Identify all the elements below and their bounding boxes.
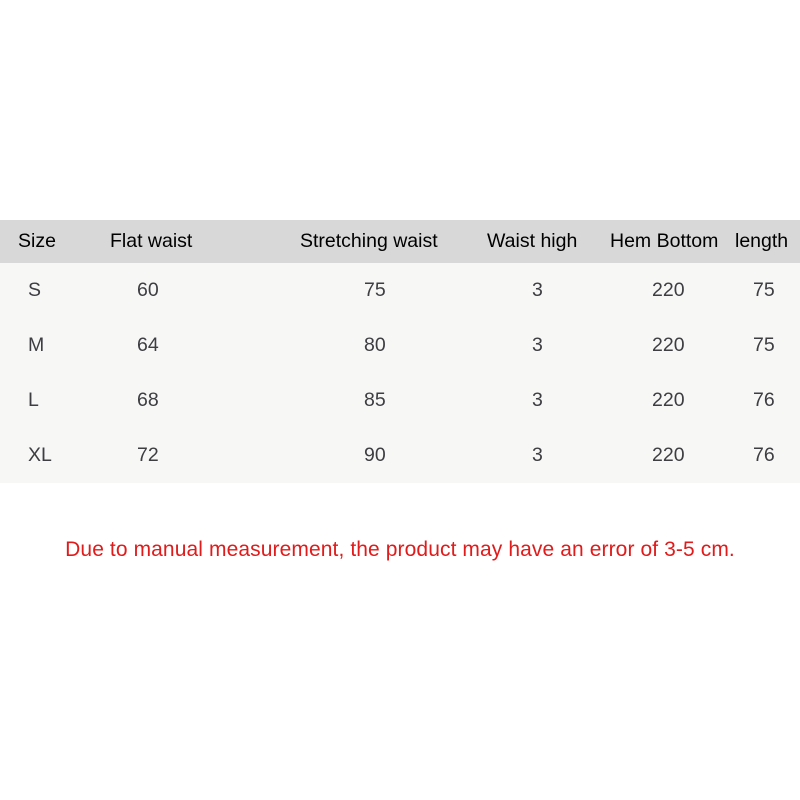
cell-stretching-waist: 85 bbox=[364, 389, 386, 411]
cell-hem-bottom: 220 bbox=[652, 279, 685, 301]
table-row: L 68 85 3 220 76 bbox=[0, 373, 800, 428]
cell-size: XL bbox=[28, 444, 52, 466]
table-header-row: Size Flat waist Stretching waist Waist h… bbox=[0, 220, 800, 263]
table-row: XL 72 90 3 220 76 bbox=[0, 428, 800, 483]
table-row: M 64 80 3 220 75 bbox=[0, 318, 800, 373]
cell-stretching-waist: 90 bbox=[364, 444, 386, 466]
cell-length: 75 bbox=[753, 334, 775, 356]
cell-hem-bottom: 220 bbox=[652, 444, 685, 466]
column-header-stretching-waist: Stretching waist bbox=[300, 230, 438, 252]
column-header-flat-waist: Flat waist bbox=[110, 230, 193, 252]
cell-waist-high: 3 bbox=[532, 444, 543, 466]
cell-hem-bottom: 220 bbox=[652, 334, 685, 356]
table-body: S 60 75 3 220 75 M 64 80 3 220 75 L 68 8… bbox=[0, 263, 800, 483]
column-header-size: Size bbox=[18, 230, 56, 252]
cell-size: M bbox=[28, 334, 45, 356]
cell-hem-bottom: 220 bbox=[652, 389, 685, 411]
cell-length: 76 bbox=[753, 389, 775, 411]
table-header: Size Flat waist Stretching waist Waist h… bbox=[0, 220, 800, 263]
cell-flat-waist: 72 bbox=[137, 444, 159, 466]
cell-stretching-waist: 75 bbox=[364, 279, 386, 301]
cell-waist-high: 3 bbox=[532, 334, 543, 356]
size-chart-table: Size Flat waist Stretching waist Waist h… bbox=[0, 220, 800, 483]
table-row: S 60 75 3 220 75 bbox=[0, 263, 800, 318]
measurement-disclaimer: Due to manual measurement, the product m… bbox=[65, 538, 735, 561]
cell-flat-waist: 64 bbox=[137, 334, 159, 356]
cell-flat-waist: 68 bbox=[137, 389, 159, 411]
cell-length: 75 bbox=[753, 279, 775, 301]
column-header-hem-bottom: Hem Bottom bbox=[610, 230, 719, 252]
column-header-waist-high: Waist high bbox=[487, 230, 578, 252]
cell-flat-waist: 60 bbox=[137, 279, 159, 301]
cell-waist-high: 3 bbox=[532, 279, 543, 301]
cell-waist-high: 3 bbox=[532, 389, 543, 411]
column-header-length: length bbox=[735, 230, 789, 252]
cell-size: L bbox=[28, 389, 39, 411]
cell-length: 76 bbox=[753, 444, 775, 466]
size-chart-page: Size Flat waist Stretching waist Waist h… bbox=[0, 0, 800, 800]
cell-size: S bbox=[28, 279, 42, 301]
cell-stretching-waist: 80 bbox=[364, 334, 386, 356]
